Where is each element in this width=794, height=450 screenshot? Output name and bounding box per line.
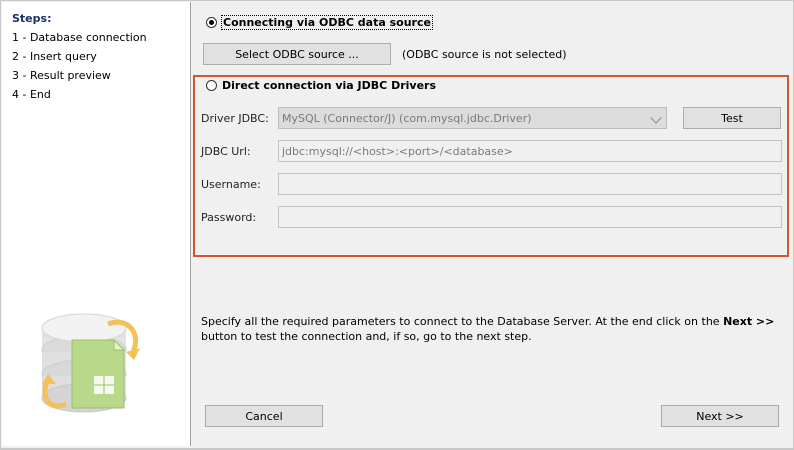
username-label: Username: [201,178,261,191]
odbc-option[interactable]: Connecting via ODBC data source [206,15,433,30]
odbc-radio-label: Connecting via ODBC data source [221,15,433,30]
next-button[interactable]: Next >> [661,405,779,427]
driver-jdbc-select[interactable]: MySQL (Connector/J) (com.mysql.jdbc.Driv… [278,107,667,129]
odbc-radio[interactable] [206,17,217,28]
jdbc-option[interactable]: Direct connection via JDBC Drivers [206,79,436,92]
instructions-text: Specify all the required parameters to c… [201,314,786,344]
step-1: 1 - Database connection [12,31,147,44]
step-3: 3 - Result preview [12,69,111,82]
step-4: 4 - End [12,88,51,101]
select-odbc-source-button[interactable]: Select ODBC source ... [203,43,391,65]
jdbc-url-label: JDBC Url: [201,145,251,158]
username-field[interactable] [278,173,782,195]
jdbc-url-field[interactable]: jdbc:mysql://<host>:<port>/<database> [278,140,782,162]
steps-panel: Steps: 1 - Database connection 2 - Inser… [2,2,191,446]
database-wizard-icon [41,313,140,413]
steps-title: Steps: [12,12,52,25]
password-field[interactable] [278,206,782,228]
jdbc-radio[interactable] [206,80,217,91]
step-2: 2 - Insert query [12,50,97,63]
chevron-down-icon [650,112,662,124]
instructions-text-after: button to test the connection and, if so… [201,330,532,343]
driver-jdbc-value: MySQL (Connector/J) (com.mysql.jdbc.Driv… [282,111,532,125]
instructions-next-emphasis: Next >> [723,315,775,328]
cancel-button[interactable]: Cancel [205,405,323,427]
odbc-status-text: (ODBC source is not selected) [402,48,567,61]
jdbc-section-highlight [193,75,789,257]
test-button[interactable]: Test [683,107,781,129]
driver-jdbc-label: Driver JDBC: [201,112,269,125]
jdbc-radio-label: Direct connection via JDBC Drivers [222,79,436,92]
instructions-text-before: Specify all the required parameters to c… [201,315,724,328]
password-label: Password: [201,211,257,224]
jdbc-url-value: jdbc:mysql://<host>:<port>/<database> [282,144,513,158]
